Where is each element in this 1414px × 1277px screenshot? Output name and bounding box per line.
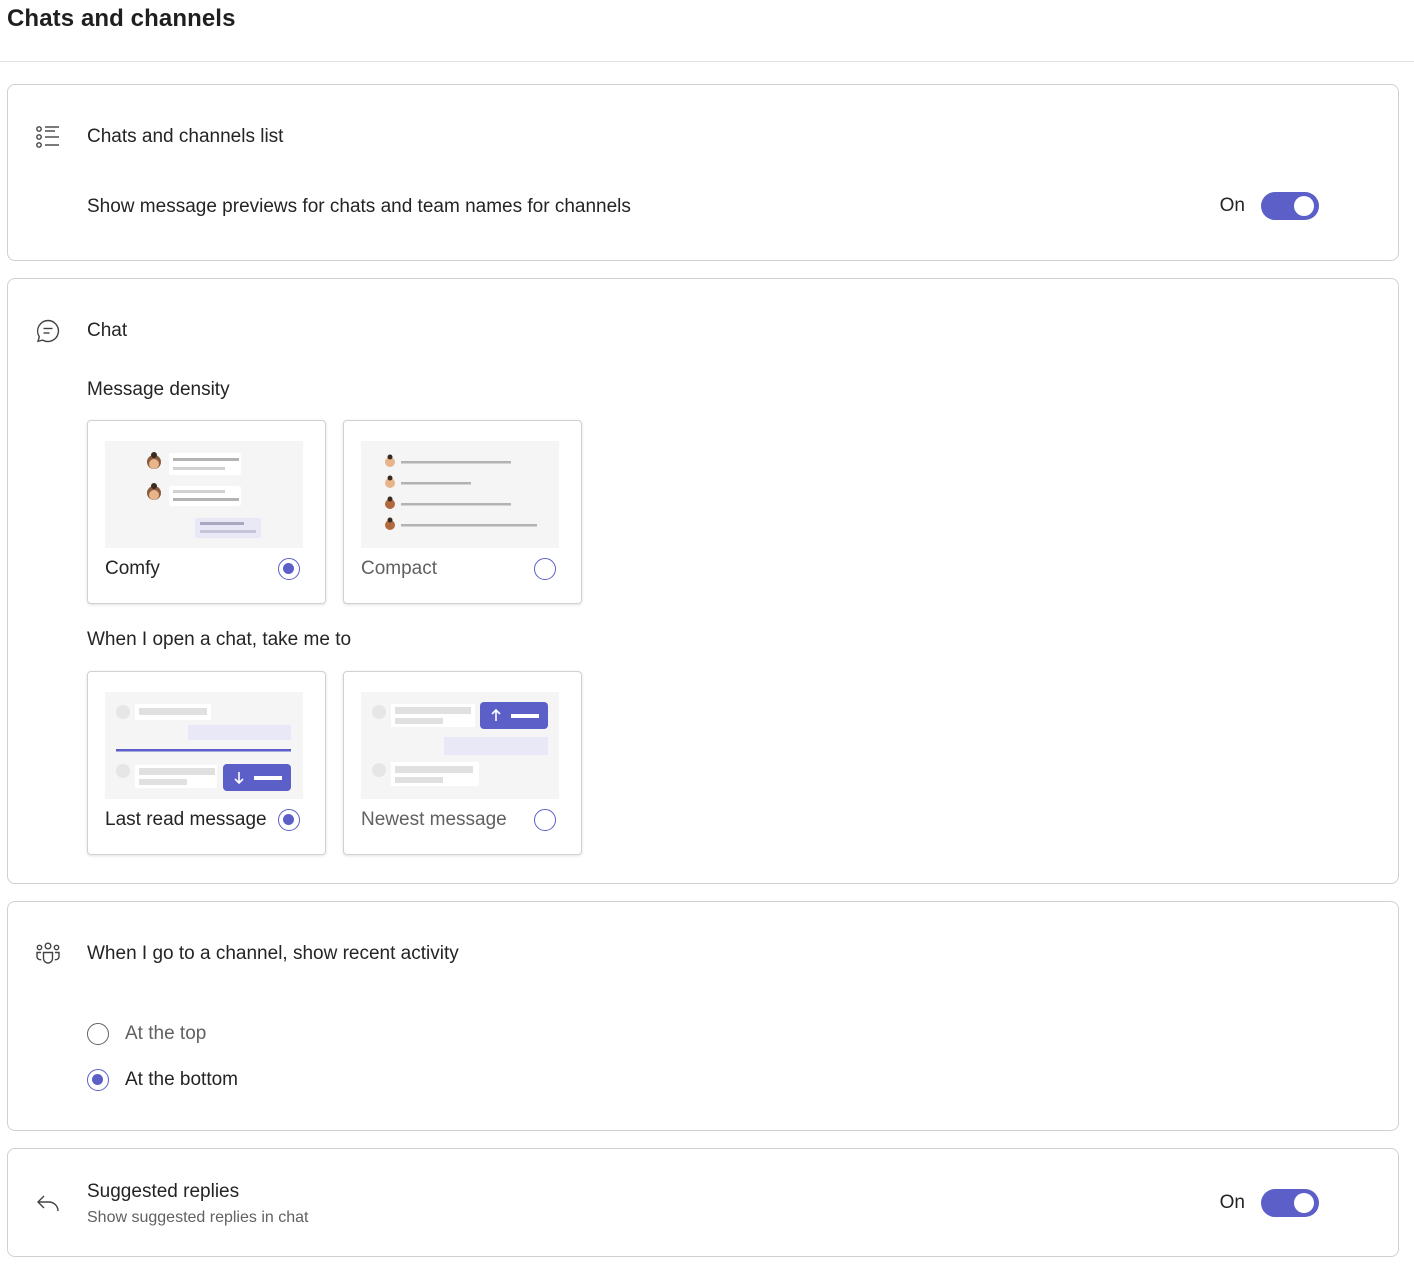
compact-radio[interactable]: [534, 558, 556, 580]
chats-channels-list-card: Chats and channels list Show message pre…: [7, 84, 1399, 261]
last-read-preview-illustration: [105, 692, 303, 799]
density-option-compact[interactable]: Compact: [343, 420, 582, 604]
chat-card: Chat Message density Comfy Compact When …: [7, 278, 1399, 884]
density-option-comfy[interactable]: Comfy: [87, 420, 326, 604]
suggested-replies-description: Show suggested replies in chat: [87, 1209, 309, 1226]
at-the-top-label: At the top: [125, 1023, 207, 1044]
compact-label: Compact: [361, 558, 438, 579]
last-read-label: Last read message: [105, 809, 267, 830]
newest-preview-illustration: [361, 692, 559, 799]
comfy-preview-illustration: [105, 441, 303, 548]
open-option-last-read[interactable]: Last read message: [87, 671, 326, 855]
last-read-radio[interactable]: [278, 809, 300, 831]
toggle-knob: [1294, 1193, 1314, 1213]
section-title-chat: Chat: [87, 320, 128, 341]
suggested-replies-card: Suggested replies Show suggested replies…: [7, 1148, 1399, 1257]
message-previews-toggle[interactable]: [1261, 192, 1319, 220]
open-option-newest[interactable]: Newest message: [343, 671, 582, 855]
page-title: Chats and channels: [7, 5, 236, 32]
compact-preview-illustration: [361, 441, 559, 548]
people-icon: [34, 940, 62, 968]
section-title-channel-activity: When I go to a channel, show recent acti…: [87, 943, 459, 964]
option-at-the-top[interactable]: At the top: [87, 1023, 206, 1045]
at-the-bottom-label: At the bottom: [125, 1069, 239, 1090]
at-the-top-radio[interactable]: [87, 1023, 109, 1045]
section-title-chats-list: Chats and channels list: [87, 126, 284, 147]
toggle-state-label: On: [1219, 1192, 1245, 1213]
section-title-suggested-replies: Suggested replies: [87, 1181, 240, 1202]
channel-activity-card: When I go to a channel, show recent acti…: [7, 901, 1399, 1131]
option-at-the-bottom[interactable]: At the bottom: [87, 1069, 238, 1091]
reply-icon: [34, 1189, 62, 1217]
suggested-replies-toggle[interactable]: [1261, 1189, 1319, 1217]
open-chat-label: When I open a chat, take me to: [87, 629, 352, 650]
list-icon: [34, 123, 62, 151]
at-the-bottom-radio[interactable]: [87, 1069, 109, 1091]
message-previews-toggle-group: On: [1220, 192, 1319, 220]
newest-radio[interactable]: [534, 809, 556, 831]
suggested-replies-toggle-group: On: [1220, 1189, 1319, 1217]
title-divider: [0, 61, 1414, 62]
newest-label: Newest message: [361, 809, 507, 830]
toggle-state-label: On: [1219, 195, 1245, 216]
message-density-label: Message density: [87, 379, 230, 400]
message-previews-label: Show message previews for chats and team…: [87, 196, 631, 217]
comfy-radio[interactable]: [278, 558, 300, 580]
chat-icon: [34, 317, 62, 345]
toggle-knob: [1294, 196, 1314, 216]
comfy-label: Comfy: [105, 558, 160, 579]
